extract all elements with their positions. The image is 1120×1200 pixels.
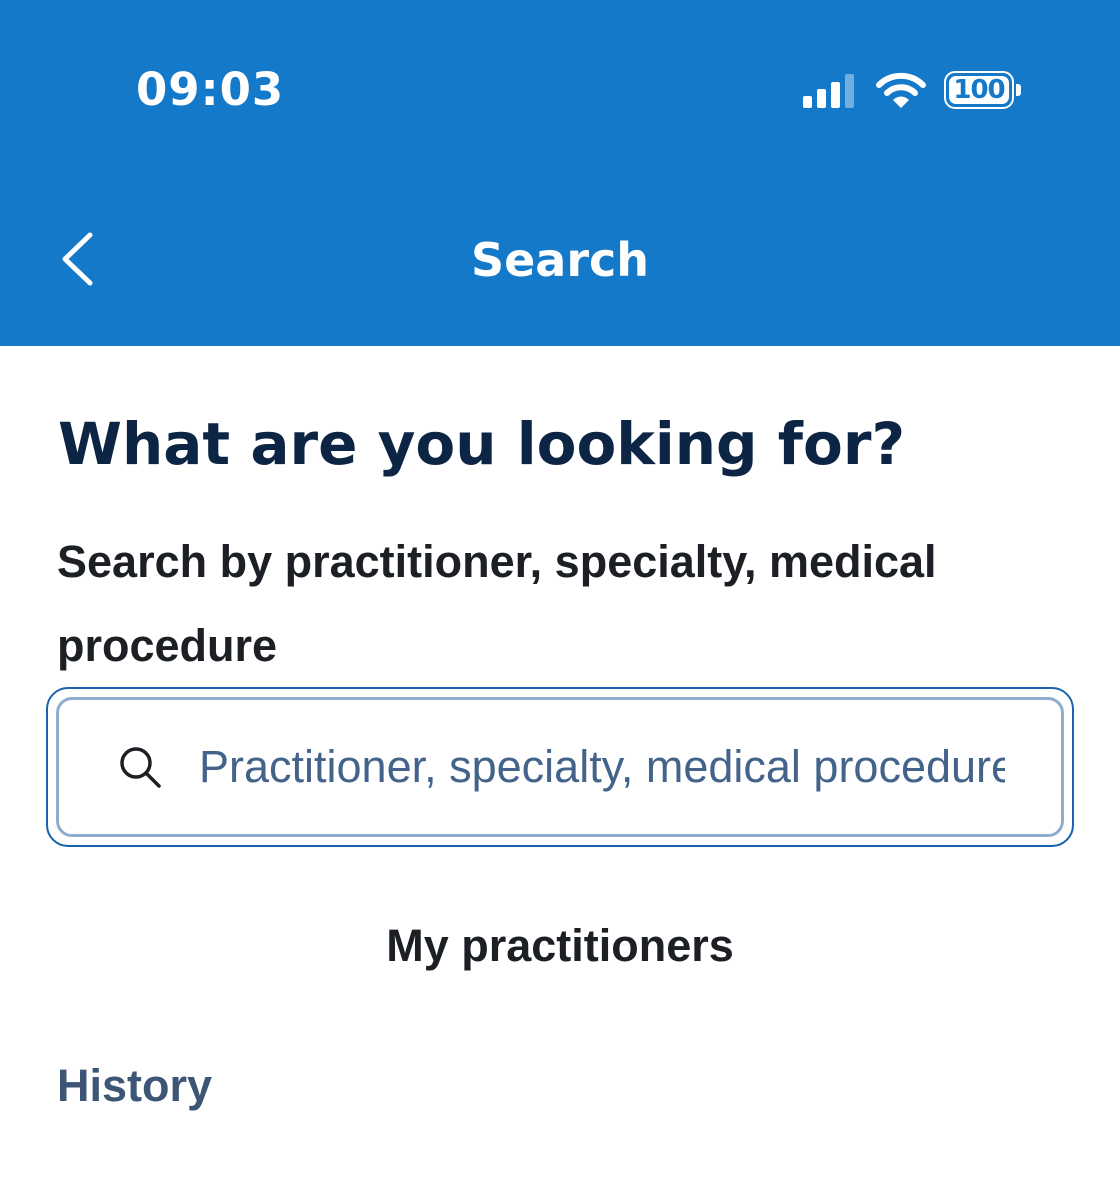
battery-fill: 100: [949, 76, 1009, 104]
search-input[interactable]: [199, 700, 1005, 834]
battery-level: 100: [953, 75, 1005, 105]
history-heading: History: [57, 1060, 213, 1111]
battery-cap: [1016, 84, 1021, 96]
my-practitioners-link[interactable]: My practitioners: [0, 914, 1120, 978]
app-header: 09:03 100 Search: [0, 0, 1120, 346]
search-label: Search by practitioner, specialty, medic…: [57, 536, 937, 671]
search-field-inner[interactable]: [56, 697, 1064, 837]
page-heading: What are you looking for?: [58, 410, 906, 478]
wifi-icon: [876, 72, 926, 108]
signal-icon: [803, 74, 854, 108]
status-time: 09:03: [136, 63, 285, 116]
battery-body: 100: [944, 71, 1014, 109]
battery-icon: 100: [944, 71, 1024, 111]
search-icon: [120, 747, 161, 788]
nav-title: Search: [470, 233, 650, 287]
search-field[interactable]: [46, 687, 1074, 847]
